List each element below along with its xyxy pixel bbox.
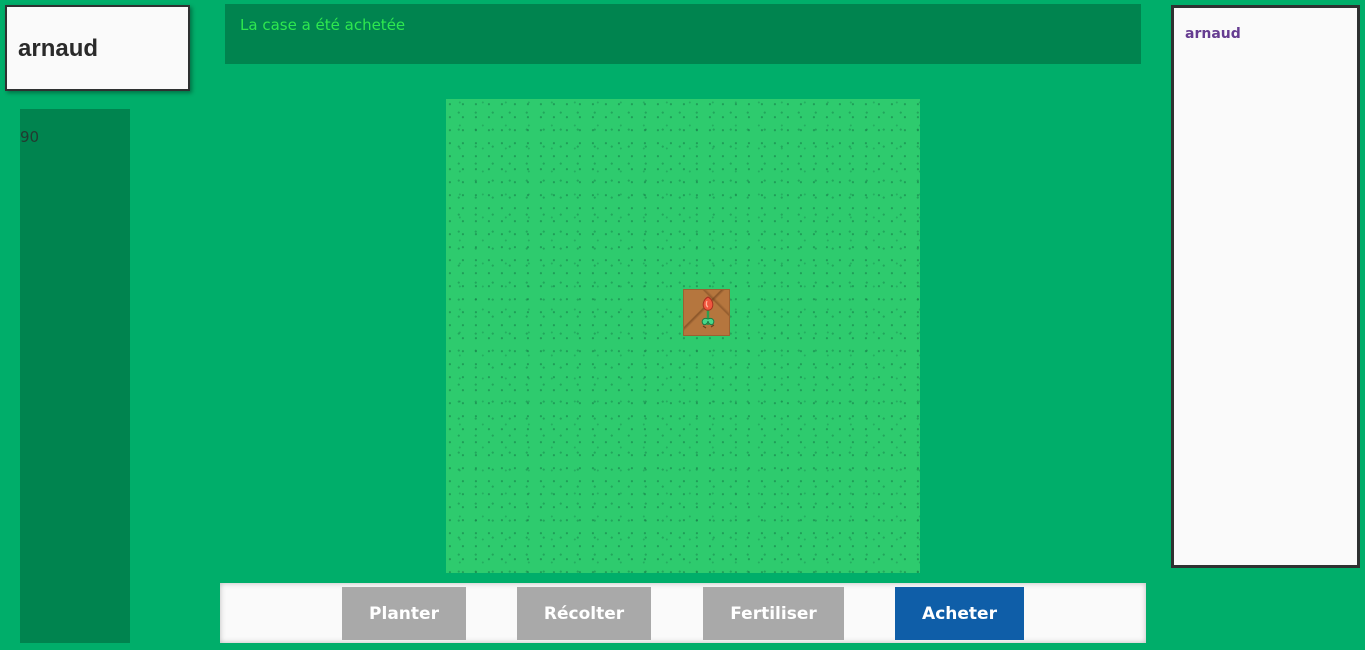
buy-button[interactable]: Acheter xyxy=(895,587,1024,640)
inventory-panel: 90 xyxy=(20,109,130,643)
plant-button[interactable]: Planter xyxy=(342,587,466,640)
status-message: La case a été achetée xyxy=(240,16,406,34)
player-name: arnaud xyxy=(18,35,99,62)
message-bar: La case a été achetée xyxy=(225,4,1141,64)
owned-plot[interactable] xyxy=(683,289,730,336)
money-counter: 90 xyxy=(20,128,40,146)
players-panel: arnaud xyxy=(1171,5,1360,568)
harvest-button[interactable]: Récolter xyxy=(517,587,651,640)
action-toolbar: Planter Récolter Fertiliser Acheter xyxy=(220,583,1146,643)
player-list-item[interactable]: arnaud xyxy=(1185,26,1241,42)
fertilize-button[interactable]: Fertiliser xyxy=(703,587,844,640)
player-card: arnaud xyxy=(5,5,190,91)
flower-sprout-icon xyxy=(701,296,715,329)
farm-field[interactable] xyxy=(446,99,920,573)
